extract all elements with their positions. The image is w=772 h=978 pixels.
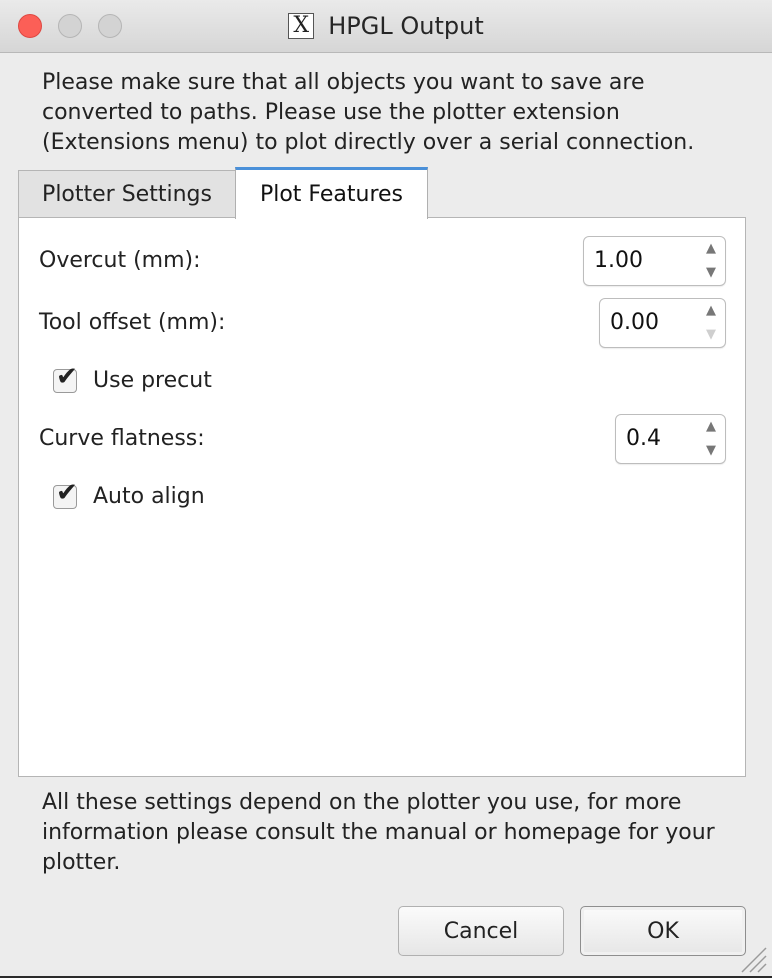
curve-flatness-spinner[interactable]: 0.4 ▲ ▼ [615,414,726,464]
ok-button[interactable]: OK [580,906,746,956]
chevron-up-icon[interactable]: ▲ [697,415,725,439]
curve-flatness-label: Curve flatness: [39,426,205,451]
overcut-value[interactable]: 1.00 [594,237,643,285]
cancel-button[interactable]: Cancel [398,906,564,956]
curve-flatness-stepper[interactable]: ▲ ▼ [697,415,725,463]
tab-plotter-settings[interactable]: Plotter Settings [18,170,236,218]
overcut-spinner[interactable]: 1.00 ▲ ▼ [583,236,726,286]
auto-align-checkbox[interactable]: ✔ [53,478,78,509]
resize-grip-icon[interactable] [734,940,768,974]
auto-align-row[interactable]: ✔ Auto align [53,478,205,509]
tool-offset-label: Tool offset (mm): [39,310,226,335]
title-bar: X HPGL Output [0,0,772,53]
tool-offset-value[interactable]: 0.00 [610,299,659,347]
chevron-up-icon[interactable]: ▲ [697,237,725,261]
tool-offset-stepper[interactable]: ▲ ▼ [697,299,725,347]
chevron-up-icon[interactable]: ▲ [697,299,725,323]
tool-offset-spinner[interactable]: 0.00 ▲ ▼ [599,298,726,348]
chevron-down-icon[interactable]: ▼ [697,323,725,347]
curve-flatness-value[interactable]: 0.4 [626,415,661,463]
tab-plot-features[interactable]: Plot Features [235,167,428,219]
window-title-group: X HPGL Output [0,0,772,52]
overcut-stepper[interactable]: ▲ ▼ [697,237,725,285]
auto-align-label[interactable]: Auto align [93,484,205,509]
window-title: HPGL Output [328,12,484,40]
check-icon: ✔ [56,477,78,508]
use-precut-row[interactable]: ✔ Use precut [53,362,212,393]
footer-note: All these settings depend on the plotter… [42,790,715,875]
use-precut-label[interactable]: Use precut [93,368,212,393]
x11-app-icon: X [288,13,315,39]
plot-features-panel: Overcut (mm): 1.00 ▲ ▼ Tool offset (mm):… [18,217,746,777]
intro-text: Please make sure that all objects you wa… [42,70,695,155]
chevron-down-icon[interactable]: ▼ [697,439,725,463]
overcut-label: Overcut (mm): [39,248,201,273]
check-icon: ✔ [56,361,78,392]
use-precut-checkbox[interactable]: ✔ [53,362,78,393]
chevron-down-icon[interactable]: ▼ [697,261,725,285]
